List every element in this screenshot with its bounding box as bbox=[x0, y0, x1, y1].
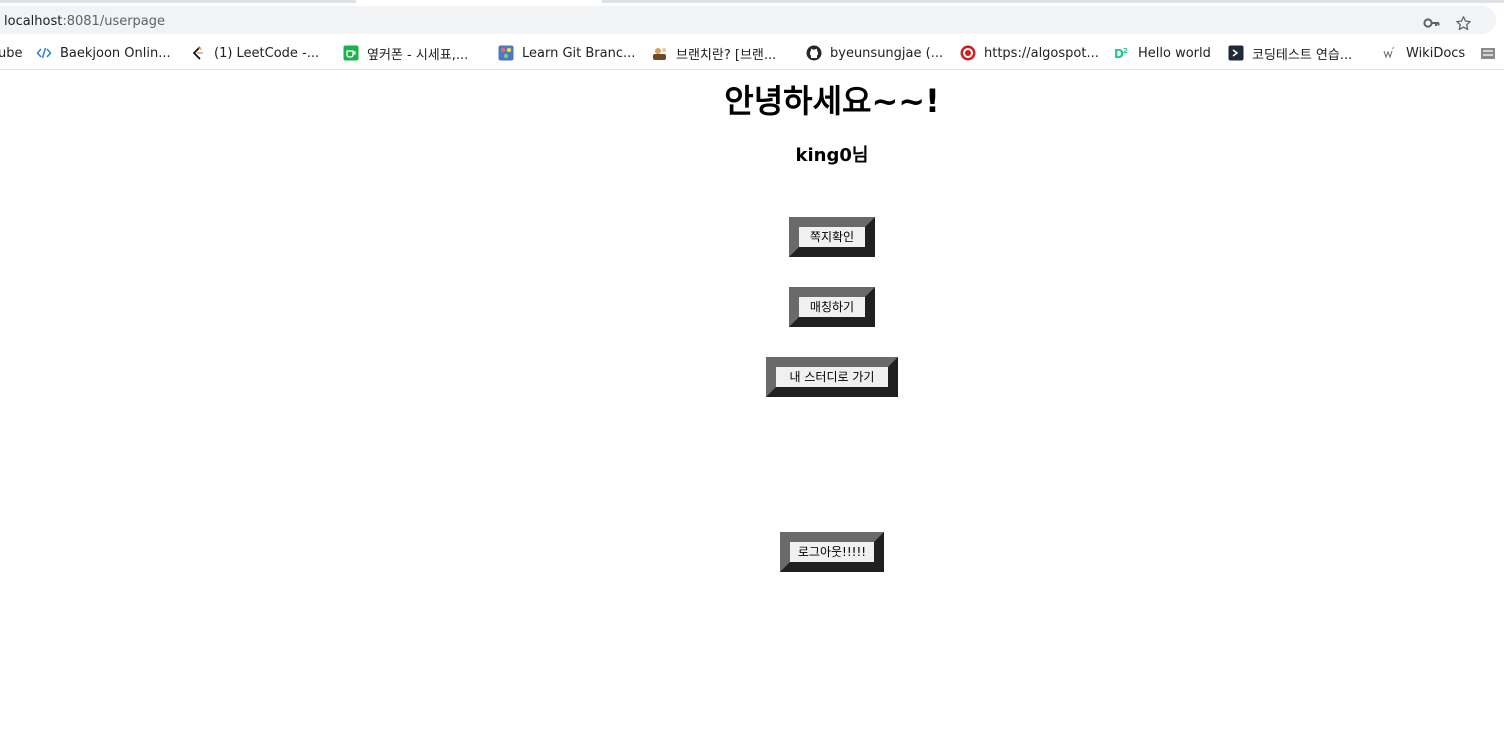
bookmark-algospot[interactable]: https://algospot... bbox=[960, 37, 1099, 69]
url-text[interactable]: localhost:8081/userpage bbox=[4, 13, 165, 31]
bookmark-label: WikiDocs bbox=[1406, 45, 1466, 61]
bookmark-programmers[interactable]: 코딩테스트 연습... bbox=[1228, 37, 1352, 69]
bookmark-leetcode[interactable]: (1) LeetCode -... bbox=[190, 37, 319, 69]
algospot-icon bbox=[960, 45, 976, 61]
browser-toolbar: localhost:8081/userpage bbox=[0, 3, 1504, 37]
baekjoon-icon bbox=[36, 45, 52, 61]
bookmark-label: Hello world bbox=[1138, 45, 1211, 61]
programmers-icon bbox=[1228, 45, 1244, 61]
bookmark-branch[interactable]: 브랜치란? [브랜... bbox=[652, 37, 776, 69]
check-messages-button[interactable]: 쪽지확인 bbox=[789, 217, 875, 257]
bookmark-label: ube bbox=[0, 45, 23, 61]
bookmarks-bar: ube Baekjoon Onlin... (1) LeetCode -... … bbox=[0, 37, 1504, 70]
bookmark-label: 브랜치란? [브랜... bbox=[676, 47, 777, 63]
bookmark-wikidocs[interactable]: WikiDocs bbox=[1382, 37, 1465, 69]
bookmark-star-icon[interactable] bbox=[1455, 15, 1472, 32]
password-key-icon[interactable] bbox=[1423, 15, 1441, 31]
bookmark-label: Learn Git Branc... bbox=[522, 45, 636, 61]
go-to-my-study-button[interactable]: 내 스터디로 가기 bbox=[766, 357, 898, 397]
bookmark-label: 옆커폰 - 시세표,... bbox=[367, 47, 469, 63]
bookmark-learn-git[interactable]: Learn Git Branc... bbox=[498, 37, 635, 69]
svg-text:2: 2 bbox=[1123, 47, 1128, 55]
bookmark-youtube[interactable]: ube bbox=[0, 37, 23, 69]
bookmark-baekjoon[interactable]: Baekjoon Onlin... bbox=[36, 37, 171, 69]
bookmark-coupon[interactable]: 옆커폰 - 시세표,... bbox=[343, 37, 468, 69]
url-host: localhost bbox=[4, 14, 63, 29]
d2-icon: D2 bbox=[1114, 45, 1130, 61]
bookmark-label: byeunsungjae (... bbox=[830, 45, 944, 61]
username-heading: king0님 bbox=[795, 145, 869, 166]
address-bar[interactable]: localhost:8081/userpage bbox=[0, 6, 1496, 34]
wikidocs-icon bbox=[1382, 45, 1398, 61]
logout-label: 로그아웃!!!!! bbox=[797, 545, 867, 559]
bookmark-overflow[interactable] bbox=[1480, 37, 1504, 69]
bookmark-label: Baekjoon Onlin... bbox=[60, 45, 171, 61]
bookmark-label: (1) LeetCode -... bbox=[214, 45, 320, 61]
bookmark-hello-world[interactable]: D2 Hello world bbox=[1114, 37, 1211, 69]
leetcode-icon bbox=[190, 45, 206, 61]
bookmark-github[interactable]: byeunsungjae (... bbox=[806, 37, 943, 69]
bookmark-label: https://algospot... bbox=[984, 45, 1099, 61]
check-messages-label: 쪽지확인 bbox=[809, 230, 855, 244]
bookmark-label: 코딩테스트 연습... bbox=[1252, 47, 1353, 63]
logout-button[interactable]: 로그아웃!!!!! bbox=[780, 532, 884, 572]
branch-icon bbox=[652, 45, 668, 61]
github-icon bbox=[806, 45, 822, 61]
git-icon bbox=[498, 45, 514, 61]
coupon-icon bbox=[343, 45, 359, 61]
matching-label: 매칭하기 bbox=[809, 300, 855, 314]
bookmark-folder-icon bbox=[1480, 45, 1496, 61]
greeting-heading: 안녕하세요~~! bbox=[724, 82, 940, 120]
matching-button[interactable]: 매칭하기 bbox=[789, 287, 875, 327]
go-to-my-study-label: 내 스터디로 가기 bbox=[789, 370, 875, 384]
url-path: :8081/userpage bbox=[62, 14, 166, 29]
